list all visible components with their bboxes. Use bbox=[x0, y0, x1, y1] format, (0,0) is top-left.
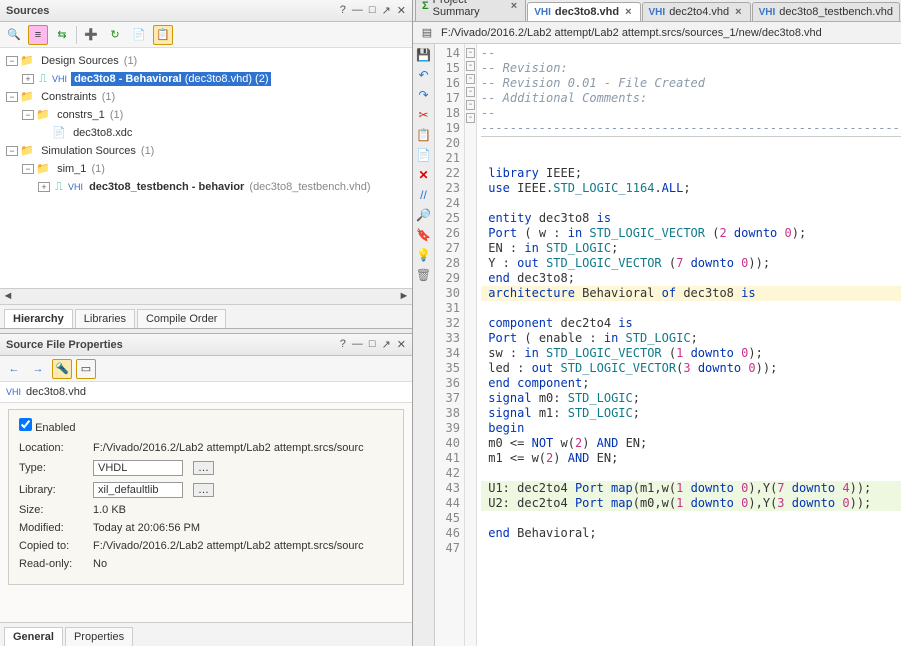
type-label: Type: bbox=[19, 462, 87, 474]
sources-hscroll[interactable]: ◄► bbox=[0, 288, 412, 304]
tab-general[interactable]: General bbox=[4, 627, 63, 646]
properties-box: Enabled Location: F:/Vivado/2016.2/Lab2 a… bbox=[8, 409, 404, 585]
readonly-label: Read-only: bbox=[19, 558, 87, 570]
comment-icon[interactable]: // bbox=[415, 186, 433, 204]
tree-constrs1[interactable]: −📁 constrs_1 (1) 📄 dec3to8.xdc bbox=[22, 106, 410, 142]
tree-design-sources[interactable]: −📁 Design Sources (1) +⎍VHI dec3to8 - Be… bbox=[6, 52, 410, 88]
tab-testbench[interactable]: VHI dec3to8_testbench.vhd bbox=[752, 2, 900, 21]
forward-icon[interactable]: → bbox=[28, 359, 48, 379]
delete-icon[interactable]: ✕ bbox=[415, 166, 433, 184]
tab-properties[interactable]: Properties bbox=[65, 627, 133, 646]
vhdl-icon: VHI bbox=[534, 7, 551, 18]
size-label: Size: bbox=[19, 504, 87, 516]
tree-dec3to8-behavioral[interactable]: +⎍VHI dec3to8 - Behavioral (dec3to8.vhd)… bbox=[22, 70, 410, 88]
tree-constraints[interactable]: −📁 Constraints (1) −📁 constrs_1 (1) 📄 de… bbox=[6, 88, 410, 142]
readonly-value: No bbox=[93, 558, 393, 570]
search-icon[interactable]: 🔍 bbox=[4, 25, 24, 45]
copy-icon[interactable]: 📋 bbox=[415, 126, 433, 144]
tab-libraries[interactable]: Libraries bbox=[75, 309, 135, 328]
location-value: F:/Vivado/2016.2/Lab2 attempt/Lab2 attem… bbox=[93, 442, 393, 454]
modified-value: Today at 20:06:56 PM bbox=[93, 522, 393, 534]
select-icon[interactable]: ▭ bbox=[76, 359, 96, 379]
highlight-icon[interactable]: 🔦 bbox=[52, 359, 72, 379]
editor-vertical-toolbar: 💾 ↶ ↷ ✂ 📋 📄 ✕ // 🔎 🔖 💡 🗑 bbox=[413, 44, 435, 646]
tree-xdc-file[interactable]: 📄 dec3to8.xdc bbox=[38, 124, 410, 142]
help-icon[interactable]: ? bbox=[340, 338, 346, 351]
sources-toolbar: 🔍 ≡ ⇆ ➕ ↻ 📄 📋 bbox=[0, 22, 412, 48]
maximize-icon[interactable]: □ bbox=[369, 338, 376, 351]
properties-view-tabs: General Properties bbox=[0, 622, 412, 646]
tab-dec2to4[interactable]: VHI dec2to4.vhd × bbox=[642, 2, 751, 21]
editor-tabs: Σ Project Summary × VHI dec3to8.vhd × VH… bbox=[413, 0, 901, 22]
trash-icon[interactable]: 🗑 bbox=[415, 266, 433, 284]
minimize-icon[interactable]: — bbox=[352, 338, 363, 351]
properties-title: Source File Properties bbox=[6, 339, 340, 351]
file-path-bar: ▤ F:/Vivado/2016.2/Lab2 attempt/Lab2 att… bbox=[413, 22, 901, 44]
popout-icon[interactable]: ↗ bbox=[382, 4, 391, 17]
file-path: F:/Vivado/2016.2/Lab2 attempt/Lab2 attem… bbox=[441, 27, 822, 39]
back-icon[interactable]: ← bbox=[4, 359, 24, 379]
tab-dec3to8[interactable]: VHI dec3to8.vhd × bbox=[527, 2, 640, 21]
tab-compile-order[interactable]: Compile Order bbox=[137, 309, 227, 328]
library-browse-button[interactable]: … bbox=[193, 483, 214, 497]
sources-tree[interactable]: −📁 Design Sources (1) +⎍VHI dec3to8 - Be… bbox=[2, 52, 410, 196]
bookmark-icon[interactable]: 🔖 bbox=[415, 226, 433, 244]
redo-icon[interactable]: ↷ bbox=[415, 86, 433, 104]
popout-icon[interactable]: ↗ bbox=[382, 338, 391, 351]
library-combo[interactable]: xil_defaultlib bbox=[93, 482, 183, 498]
copied-label: Copied to: bbox=[19, 540, 87, 552]
maximize-icon[interactable]: □ bbox=[369, 4, 376, 17]
tree-simulation-sources[interactable]: −📁 Simulation Sources (1) −📁 sim_1 (1) +… bbox=[6, 142, 410, 196]
enabled-checkbox[interactable]: Enabled bbox=[19, 422, 75, 434]
properties-panel-header: Source File Properties ? — □ ↗ ✕ bbox=[0, 334, 412, 356]
help-icon[interactable]: ? bbox=[340, 4, 346, 17]
vhdl-file-icon: VHI bbox=[6, 387, 20, 397]
tree-sim1[interactable]: −📁 sim_1 (1) +⎍VHI dec3to8_testbench - b… bbox=[22, 160, 410, 196]
close-tab-icon[interactable]: × bbox=[623, 6, 633, 18]
line-number-gutter: 1415161718192021222324252627282930313233… bbox=[435, 44, 465, 646]
close-tab-icon[interactable]: × bbox=[733, 6, 743, 18]
location-label: Location: bbox=[19, 442, 87, 454]
fold-gutter[interactable]: ------ bbox=[465, 44, 477, 646]
sigma-icon: Σ bbox=[422, 0, 429, 12]
tab-project-summary[interactable]: Σ Project Summary × bbox=[415, 0, 526, 21]
find-icon[interactable]: 🔎 bbox=[415, 206, 433, 224]
tree-testbench[interactable]: +⎍VHI dec3to8_testbench - behavior (dec3… bbox=[38, 178, 410, 196]
modified-label: Modified: bbox=[19, 522, 87, 534]
refresh-icon[interactable]: ↻ bbox=[105, 25, 125, 45]
close-icon[interactable]: ✕ bbox=[397, 338, 406, 351]
size-value: 1.0 KB bbox=[93, 504, 393, 516]
minimize-icon[interactable]: — bbox=[352, 4, 363, 17]
type-browse-button[interactable]: … bbox=[193, 461, 214, 475]
library-label: Library: bbox=[19, 484, 87, 496]
sources-title: Sources bbox=[6, 5, 340, 17]
sources-panel-header: Sources ? — □ ↗ ✕ bbox=[0, 0, 412, 22]
save-icon[interactable]: 💾 bbox=[415, 46, 433, 64]
expand-all-icon[interactable]: ≡ bbox=[28, 25, 48, 45]
bulb-icon[interactable]: 💡 bbox=[415, 246, 433, 264]
add-sources-icon[interactable]: ➕ bbox=[81, 25, 101, 45]
type-combo[interactable]: VHDL bbox=[93, 460, 183, 476]
file-menu-icon[interactable]: ▤ bbox=[419, 26, 435, 39]
paste-icon[interactable]: 📄 bbox=[415, 146, 433, 164]
close-icon[interactable]: ✕ bbox=[397, 4, 406, 17]
close-tab-icon[interactable]: × bbox=[509, 0, 519, 12]
report-icon[interactable]: 📋 bbox=[153, 25, 173, 45]
new-file-icon[interactable]: 📄 bbox=[129, 25, 149, 45]
copied-value: F:/Vivado/2016.2/Lab2 attempt/Lab2 attem… bbox=[93, 540, 393, 552]
properties-toolbar: ← → 🔦 ▭ bbox=[0, 356, 412, 382]
tab-hierarchy[interactable]: Hierarchy bbox=[4, 309, 73, 328]
properties-filename: dec3to8.vhd bbox=[26, 386, 86, 398]
collapse-all-icon[interactable]: ⇆ bbox=[52, 25, 72, 45]
vhdl-icon: VHI bbox=[649, 7, 666, 18]
cut-icon[interactable]: ✂ bbox=[415, 106, 433, 124]
vhdl-icon: VHI bbox=[759, 7, 776, 18]
sources-view-tabs: Hierarchy Libraries Compile Order bbox=[0, 304, 412, 328]
undo-icon[interactable]: ↶ bbox=[415, 66, 433, 84]
code-editor[interactable]: ---- Revision:-- Revision 0.01 - File Cr… bbox=[477, 44, 901, 646]
